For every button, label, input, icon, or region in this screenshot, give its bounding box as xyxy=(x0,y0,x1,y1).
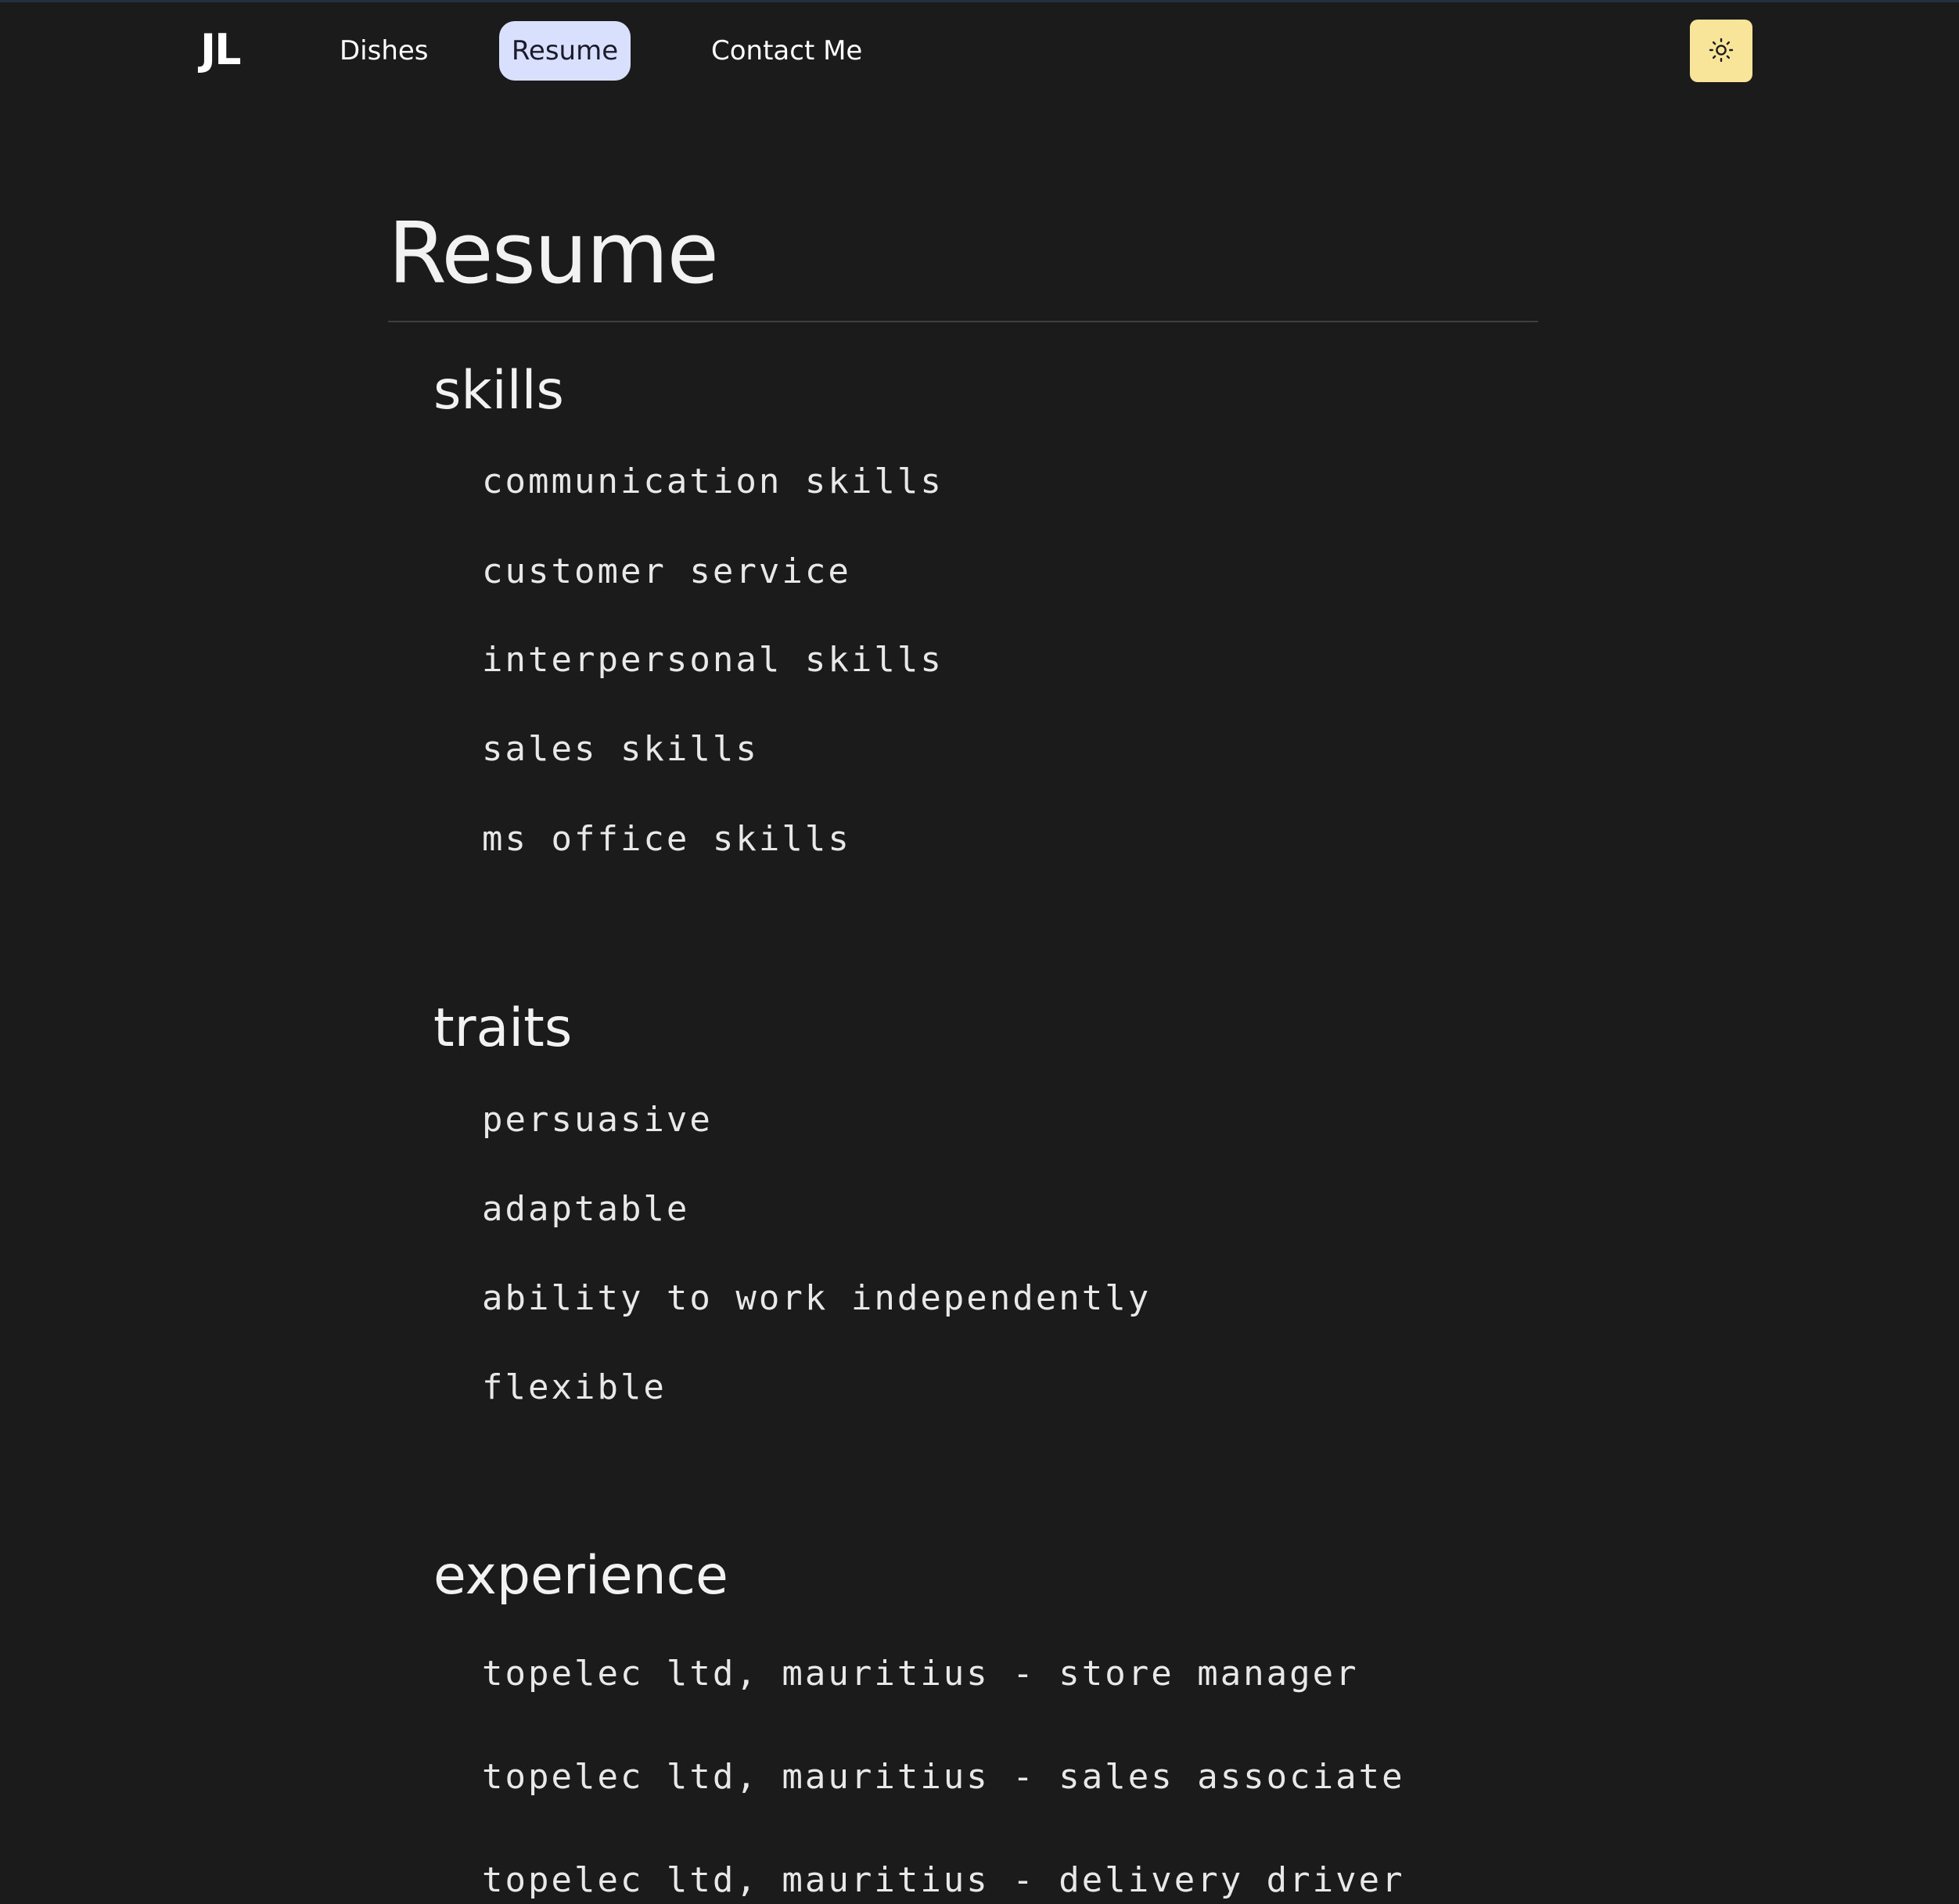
list-item: interpersonal skills xyxy=(482,640,944,680)
list-item: sales skills xyxy=(482,729,759,769)
section-title-experience: experience xyxy=(433,1545,728,1607)
list-item: adaptable xyxy=(482,1189,690,1229)
list-item: communication skills xyxy=(482,462,944,501)
title-divider xyxy=(388,321,1538,322)
resume-content: Resume skills communication skills custo… xyxy=(388,196,1538,1900)
nav-link-resume[interactable]: Resume xyxy=(499,21,631,81)
section-title-skills: skills xyxy=(433,360,564,422)
sun-icon xyxy=(1709,38,1734,65)
list-item: ms office skills xyxy=(482,819,851,859)
nav-link-contact-me[interactable]: Contact Me xyxy=(692,21,881,81)
nav-link-dishes[interactable]: Dishes xyxy=(321,21,448,81)
top-navigation: JL Dishes Resume Contact Me xyxy=(0,0,1959,102)
list-item: persuasive xyxy=(482,1100,713,1140)
list-item: topelec ltd, mauritius - sales associate xyxy=(482,1757,1405,1797)
theme-toggle-button[interactable] xyxy=(1690,20,1752,82)
list-item: topelec ltd, mauritius - delivery driver xyxy=(482,1860,1405,1900)
list-item: flexible xyxy=(482,1367,667,1407)
list-item: topelec ltd, mauritius - store manager xyxy=(482,1654,1359,1694)
list-item: ability to work independently xyxy=(482,1278,1152,1318)
section-title-traits: traits xyxy=(433,997,573,1059)
page-title: Resume xyxy=(388,205,719,303)
list-item: customer service xyxy=(482,551,851,591)
site-logo[interactable]: JL xyxy=(200,22,241,78)
